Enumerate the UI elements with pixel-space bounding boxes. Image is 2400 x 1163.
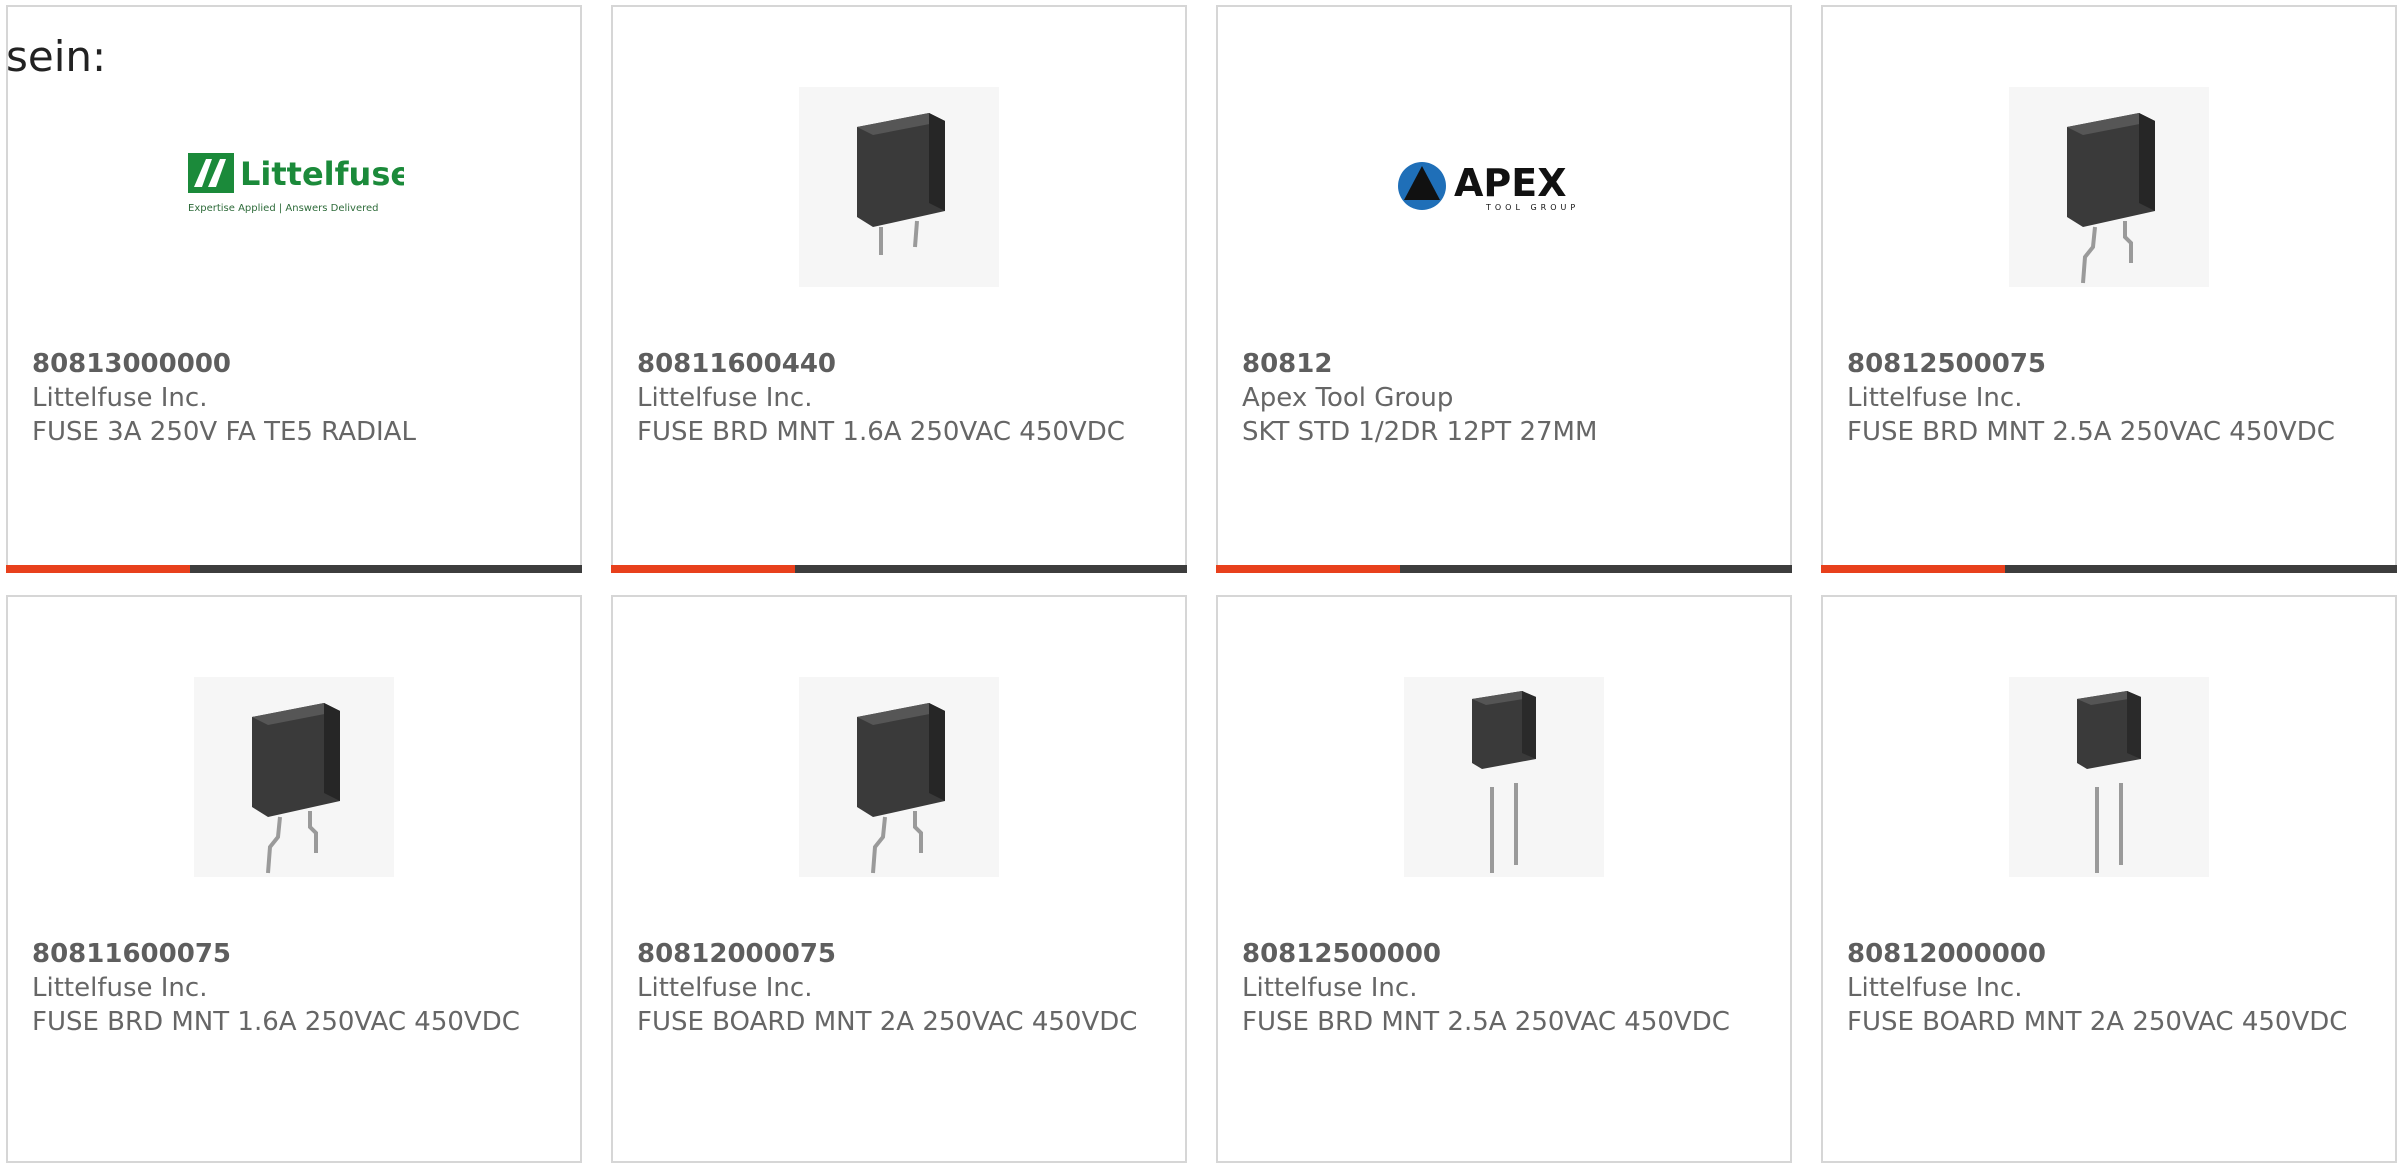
product-card[interactable]: 80811600440 Littelfuse Inc. FUSE BRD MNT 1… [611, 5, 1187, 573]
card-accent-segment [611, 565, 795, 573]
product-card[interactable]: Littelfuse Expertise Applied | Answers De… [6, 5, 582, 573]
description: FUSE BOARD MNT 2A 250VAC 450VDC [1847, 1007, 2348, 1037]
description: FUSE BRD MNT 1.6A 250VAC 450VDC [637, 417, 1125, 447]
product-image[interactable] [1823, 67, 2395, 307]
product-image[interactable]: Littelfuse Expertise Applied | Answers De… [8, 67, 580, 307]
card-accent-segment [6, 565, 190, 573]
description: FUSE BRD MNT 2.5A 250VAC 450VDC [1847, 417, 2335, 447]
product-card[interactable]: APEX TOOL GROUP 80812 Apex Tool Group SKT ST… [1216, 5, 1792, 573]
fuse-photo [799, 677, 999, 877]
card-accent-bar [6, 565, 582, 573]
card-accent-segment [1216, 565, 1400, 573]
card-accent-bar [611, 565, 1187, 573]
svg-text:Expertise Applied | Answers De: Expertise Applied | Answers Delivered [188, 203, 379, 214]
fuse-photo [799, 87, 999, 287]
card-accent-bar [1216, 565, 1792, 573]
manufacturer: Littelfuse Inc. [1847, 383, 2023, 413]
fuse-photo [194, 677, 394, 877]
product-image[interactable] [1823, 657, 2395, 897]
card-accent-segment [1821, 565, 2005, 573]
description: FUSE BOARD MNT 2A 250VAC 450VDC [637, 1007, 1138, 1037]
fuse-image-icon [857, 703, 945, 874]
fuse-image-icon [252, 703, 340, 874]
product-info: 80813000000 Littelfuse Inc. FUSE 3A 250V F… [32, 347, 556, 449]
description: FUSE 3A 250V FA TE5 RADIAL [32, 417, 416, 447]
svg-text:TOOL GROUP: TOOL GROUP [1485, 203, 1579, 212]
svg-text:Littelfuse: Littelfuse [240, 155, 404, 193]
part-number[interactable]: 80812 [1242, 347, 1766, 381]
manufacturer: Littelfuse Inc. [637, 383, 813, 413]
part-number[interactable]: 80812000000 [1847, 937, 2371, 971]
part-number[interactable]: 80812000075 [637, 937, 1161, 971]
product-image[interactable] [613, 67, 1185, 307]
product-info: 80812500000 Littelfuse Inc. FUSE BRD MNT 2… [1242, 937, 1766, 1039]
fuse-image-icon [857, 113, 945, 255]
product-card[interactable]: 80812500075 Littelfuse Inc. FUSE BRD MNT 2… [1821, 5, 2397, 573]
product-info: 80812000075 Littelfuse Inc. FUSE BOARD MNT… [637, 937, 1161, 1039]
product-card[interactable]: 80812000000 Littelfuse Inc. FUSE BOARD MNT… [1821, 595, 2397, 1163]
manufacturer: Littelfuse Inc. [1242, 973, 1418, 1003]
description: FUSE BRD MNT 1.6A 250VAC 450VDC [32, 1007, 520, 1037]
product-card[interactable]: 80812500000 Littelfuse Inc. FUSE BRD MNT 2… [1216, 595, 1792, 1163]
product-image[interactable] [8, 657, 580, 897]
product-card[interactable]: 80812000075 Littelfuse Inc. FUSE BOARD MNT… [611, 595, 1187, 1163]
manufacturer: Littelfuse Inc. [32, 973, 208, 1003]
intro-text: sein: [6, 32, 107, 81]
manufacturer: Apex Tool Group [1242, 383, 1454, 413]
manufacturer: Littelfuse Inc. [1847, 973, 2023, 1003]
product-info: 80812000000 Littelfuse Inc. FUSE BOARD MNT… [1847, 937, 2371, 1039]
product-info: 80812500075 Littelfuse Inc. FUSE BRD MNT 2… [1847, 347, 2371, 449]
description: FUSE BRD MNT 2.5A 250VAC 450VDC [1242, 1007, 1730, 1037]
part-number[interactable]: 80813000000 [32, 347, 556, 381]
part-number[interactable]: 80812500000 [1242, 937, 1766, 971]
fuse-photo [2009, 677, 2209, 877]
product-info: 80811600075 Littelfuse Inc. FUSE BRD MNT 1… [32, 937, 556, 1039]
fuse-image-icon [2077, 691, 2141, 873]
part-number[interactable]: 80811600440 [637, 347, 1161, 381]
apex-logo-icon: APEXTOOL GROUP [1398, 161, 1579, 212]
manufacturer: Littelfuse Inc. [32, 383, 208, 413]
part-number[interactable]: 80811600075 [32, 937, 556, 971]
fuse-photo [1404, 677, 1604, 877]
part-number[interactable]: 80812500075 [1847, 347, 2371, 381]
svg-text:APEX: APEX [1454, 161, 1567, 205]
manufacturer: Littelfuse Inc. [637, 973, 813, 1003]
fuse-photo [2009, 87, 2209, 287]
littelfuse-logo-icon: Littelfuse Expertise Applied | Answers De… [188, 153, 404, 214]
description: SKT STD 1/2DR 12PT 27MM [1242, 417, 1598, 447]
product-image[interactable]: APEX TOOL GROUP [1218, 67, 1790, 307]
product-info: 80812 Apex Tool Group SKT STD 1/2DR 12PT 2… [1242, 347, 1766, 449]
product-card[interactable]: 80811600075 Littelfuse Inc. FUSE BRD MNT 1… [6, 595, 582, 1163]
product-image[interactable] [613, 657, 1185, 897]
fuse-image-icon [1472, 691, 1536, 873]
fuse-image-icon [2067, 113, 2155, 284]
product-image[interactable] [1218, 657, 1790, 897]
card-accent-bar [1821, 565, 2397, 573]
product-info: 80811600440 Littelfuse Inc. FUSE BRD MNT 1… [637, 347, 1161, 449]
